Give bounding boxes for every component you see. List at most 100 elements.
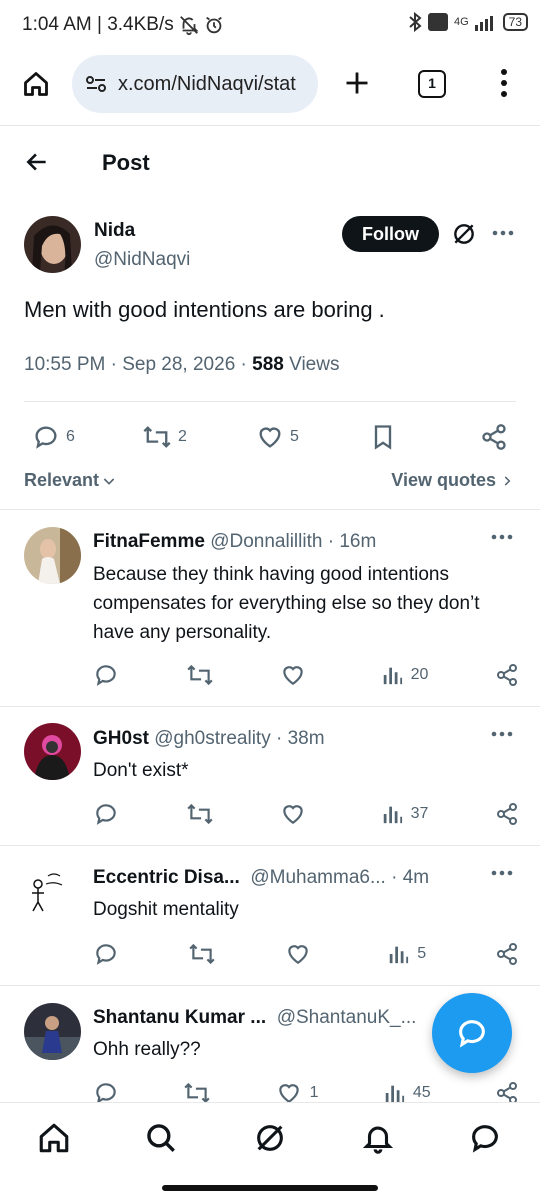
view-quotes-link[interactable]: View quotes	[391, 470, 514, 491]
reply-views-count: 5	[417, 945, 427, 962]
reply-more-icon[interactable]	[490, 727, 514, 741]
reply-avatar[interactable]	[24, 723, 81, 780]
share-icon	[495, 942, 519, 966]
reply-header: Shantanu Kumar ... @ShantanuK_...	[93, 1007, 423, 1029]
repost-icon	[186, 662, 214, 688]
reply-more-icon[interactable]	[490, 530, 514, 544]
reply-views-count: 45	[412, 1084, 431, 1101]
reply-author-name[interactable]: GH0st	[93, 728, 149, 749]
reply-author-name[interactable]: Shantanu Kumar ...	[93, 1007, 266, 1028]
url-text[interactable]: x.com/NidNaqvi/stat	[118, 73, 296, 96]
reply-views-action[interactable]: 5	[387, 943, 426, 965]
nav-grok-icon[interactable]	[253, 1121, 287, 1155]
divider	[0, 845, 540, 846]
reply-repost-action[interactable]	[188, 941, 216, 967]
reply-author-handle[interactable]: @ShantanuK_...	[277, 1007, 417, 1028]
reply-share-action[interactable]	[495, 802, 519, 826]
reply-views-count: 20	[410, 666, 429, 683]
reply-views-action[interactable]: 45	[383, 1082, 431, 1104]
share-icon[interactable]	[480, 423, 508, 451]
divider	[0, 985, 540, 986]
volte-icon	[427, 13, 448, 31]
reply-views-action[interactable]: 37	[381, 803, 428, 825]
reply-reply-action[interactable]	[93, 941, 119, 967]
reply-author-name[interactable]: FitnaFemme	[93, 531, 205, 552]
reply-views-action[interactable]: 20	[381, 664, 429, 686]
post-author-avatar[interactable]	[24, 216, 81, 273]
reply-like-action[interactable]	[280, 662, 314, 688]
mute-notifications-icon	[178, 14, 200, 36]
post-timestamp: 10:55 PM · Sep 28, 2026 ·	[24, 354, 253, 375]
sort-label: Relevant	[24, 470, 100, 490]
reply-avatar[interactable]	[24, 527, 81, 584]
reply-reply-action[interactable]	[93, 662, 119, 688]
post-reply-action[interactable]: 6	[32, 423, 75, 451]
post-repost-action[interactable]: 2	[142, 423, 187, 451]
share-icon	[495, 663, 519, 687]
nav-messages-icon[interactable]	[468, 1121, 502, 1155]
status-bar: 1:04 AM | 3.4KB/s 4G 73	[0, 0, 540, 52]
new-tab-icon[interactable]	[343, 69, 371, 97]
reply-repost-action[interactable]	[186, 662, 214, 688]
post-author-name[interactable]: Nida	[94, 220, 135, 242]
divider	[24, 401, 516, 402]
reply-share-action[interactable]	[495, 942, 519, 966]
post-reply-count: 6	[66, 428, 75, 445]
views-chart-icon	[383, 1082, 405, 1104]
signal-icon	[474, 13, 497, 31]
reply-header: GH0st @gh0streality · 38m	[93, 728, 473, 750]
post-more-icon[interactable]	[491, 226, 515, 240]
reply-author-handle[interactable]: @gh0streality	[154, 728, 270, 749]
back-arrow-icon[interactable]	[24, 149, 50, 175]
views-chart-icon	[381, 664, 403, 686]
reply-time: · 4m	[385, 867, 430, 888]
reply-repost-action[interactable]	[186, 801, 214, 827]
bookmark-icon[interactable]	[369, 423, 397, 451]
reply-actions: 5	[93, 941, 519, 967]
post-like-count: 5	[290, 428, 299, 445]
reply-more-icon[interactable]	[490, 866, 514, 880]
nav-search-icon[interactable]	[144, 1121, 178, 1155]
page-title: Post	[102, 150, 150, 175]
browser-toolbar: x.com/NidNaqvi/stat 1	[0, 52, 540, 126]
reply-icon	[93, 662, 119, 688]
site-settings-icon[interactable]	[84, 72, 108, 96]
browser-home-icon[interactable]	[22, 70, 50, 98]
tab-switcher-button[interactable]: 1	[418, 70, 446, 98]
post-views-count: 588	[252, 354, 284, 375]
views-chart-icon	[387, 943, 409, 965]
reply-author-handle[interactable]: @Donnalillith	[210, 531, 322, 552]
post-views-label: Views	[283, 354, 340, 375]
divider	[0, 706, 540, 707]
gesture-home-bar[interactable]	[162, 1185, 378, 1191]
reply-avatar[interactable]	[24, 862, 81, 919]
reply-time: · 16m	[322, 531, 377, 552]
follow-button[interactable]: Follow	[342, 216, 439, 252]
reply-like-action[interactable]	[280, 801, 314, 827]
nav-notifications-icon[interactable]	[361, 1121, 395, 1155]
reply-icon	[93, 801, 119, 827]
reply-like-action[interactable]	[285, 941, 319, 967]
status-time: 1:04 AM | 3.4KB/s	[22, 14, 174, 35]
compose-reply-button[interactable]	[432, 993, 512, 1073]
view-quotes-label: View quotes	[391, 470, 496, 490]
browser-menu-icon[interactable]	[490, 68, 518, 98]
grok-icon[interactable]	[451, 221, 477, 247]
network-type: 4G	[453, 16, 469, 28]
share-icon	[495, 802, 519, 826]
repost-icon	[142, 423, 172, 451]
sort-replies-dropdown[interactable]: Relevant	[24, 470, 117, 491]
nav-home-icon[interactable]	[37, 1121, 71, 1155]
address-bar[interactable]: x.com/NidNaqvi/stat	[72, 55, 318, 113]
reply-share-action[interactable]	[495, 663, 519, 687]
like-icon	[280, 801, 306, 827]
reply-author-name[interactable]: Eccentric Disa...	[93, 867, 240, 888]
reply-avatar[interactable]	[24, 1003, 81, 1060]
post-like-action[interactable]: 5	[256, 423, 299, 451]
reply-actions: 20	[93, 662, 519, 688]
bluetooth-icon	[408, 12, 422, 32]
reply-reply-action[interactable]	[93, 801, 119, 827]
reply-author-handle[interactable]: @Muhamma6...	[250, 867, 385, 888]
post-author-handle[interactable]: @NidNaqvi	[94, 249, 190, 271]
like-icon	[285, 941, 311, 967]
